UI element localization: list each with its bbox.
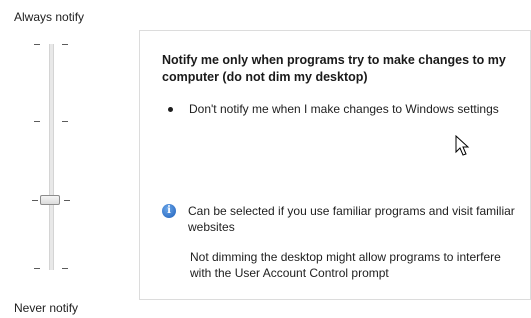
mouse-pointer-icon: [455, 135, 470, 156]
bullet-text: Don't notify me when I make changes to W…: [189, 102, 499, 116]
tick-level-4-left: [34, 268, 40, 269]
always-notify-label: Always notify: [14, 10, 85, 24]
tick-level-2-right: [62, 121, 68, 122]
notification-level-slider[interactable]: [20, 36, 100, 282]
tick-level-1-right: [62, 44, 68, 45]
tick-level-3-right: [64, 200, 70, 201]
warning-note: Not dimming the desktop might allow prog…: [190, 250, 501, 280]
info-item: i Can be selected if you use familiar pr…: [162, 203, 527, 235]
info-text: Can be selected if you use familiar prog…: [188, 204, 515, 234]
tick-level-4-right: [62, 268, 68, 269]
tick-level-3-left: [32, 200, 38, 201]
never-notify-label: Never notify: [14, 301, 79, 315]
setting-description-panel: Notify me only when programs try to make…: [139, 30, 531, 300]
bullet-item: Don't notify me when I make changes to W…: [162, 101, 522, 117]
info-icon: i: [162, 204, 176, 218]
bullet-icon: [168, 107, 173, 112]
slider-thumb[interactable]: [40, 195, 60, 205]
tick-level-1-left: [34, 44, 40, 45]
setting-title: Notify me only when programs try to make…: [162, 53, 506, 84]
uac-settings: Always notify Never notify Notify me onl…: [0, 0, 531, 318]
slider-track[interactable]: [49, 44, 54, 270]
tick-level-2-left: [34, 121, 40, 122]
